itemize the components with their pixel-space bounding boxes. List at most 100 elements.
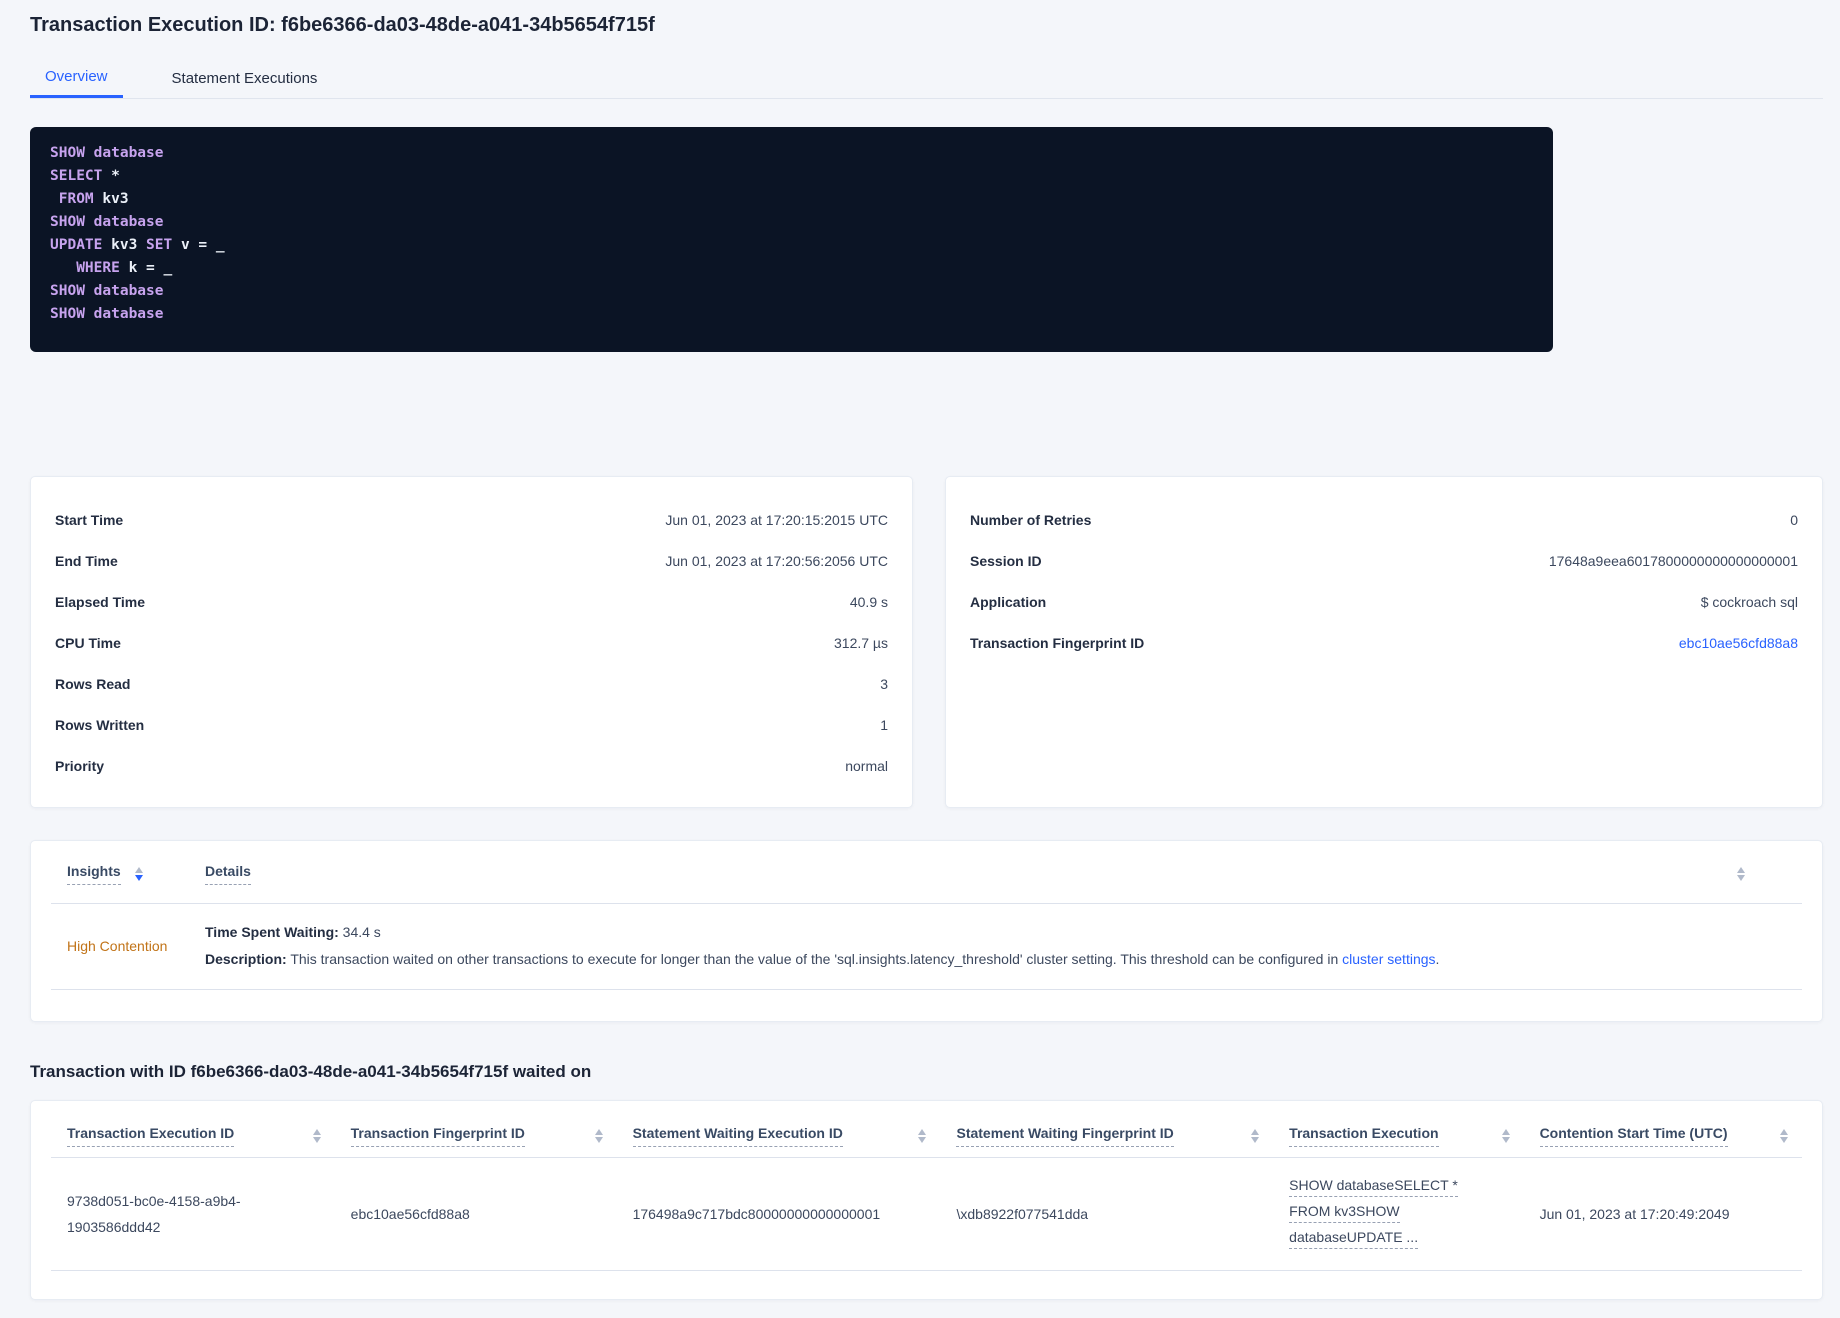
detail-label: End Time [55, 552, 118, 569]
sql-text: v = _ [180, 237, 225, 253]
detail-label: Rows Written [55, 716, 145, 733]
detail-value: $ cockroach sql [1700, 593, 1798, 610]
transaction-fingerprint-link[interactable]: ebc10ae56cfd88a8 [1679, 635, 1798, 651]
detail-label: Elapsed Time [55, 593, 146, 610]
transaction-details-card: Start Time Jun 01, 2023 at 17:20:15:2015… [30, 476, 913, 808]
sql-line: SHOW database [50, 142, 1533, 165]
column-label[interactable]: Transaction Execution [1289, 1125, 1439, 1147]
tab-overview[interactable]: Overview [30, 58, 123, 98]
sql-text: * [111, 168, 120, 184]
insights-table-header: Insights Details [51, 863, 1802, 885]
description-text: This transaction waited on other transac… [286, 951, 1343, 967]
detail-label: Application [970, 593, 1047, 610]
detail-row: End Time Jun 01, 2023 at 17:20:56:2056 U… [55, 540, 888, 581]
sort-arrows-icon[interactable] [594, 1129, 603, 1143]
column-header-statement-waiting-execution-id[interactable]: Statement Waiting Execution ID [617, 1125, 941, 1147]
column-label[interactable]: Statement Waiting Execution ID [632, 1125, 843, 1147]
detail-label: Session ID [970, 552, 1042, 569]
table-row: 9738d051-bc0e-4158-a9b4-1903586ddd42 ebc… [51, 1158, 1802, 1271]
cell-transaction-execution-id: 9738d051-bc0e-4158-a9b4-1903586ddd42 [67, 1193, 241, 1235]
detail-value: 1 [880, 716, 888, 733]
detail-row: Number of Retries 0 [970, 499, 1798, 540]
detail-value: 40.9 s [849, 593, 888, 610]
sort-arrows-icon[interactable] [312, 1129, 321, 1143]
details-column-header[interactable]: Details [205, 863, 251, 885]
detail-value: 3 [880, 675, 888, 692]
waited-on-table-header: Transaction Execution ID Transaction Fin… [51, 1101, 1802, 1158]
detail-row: Priority normal [55, 745, 888, 786]
column-header-statement-waiting-fingerprint-id[interactable]: Statement Waiting Fingerprint ID [940, 1125, 1273, 1147]
detail-label: Priority [55, 757, 105, 774]
column-header-contention-start-time[interactable]: Contention Start Time (UTC) [1524, 1125, 1802, 1147]
details-column-label[interactable]: Details [205, 863, 251, 885]
cluster-settings-link[interactable]: cluster settings [1342, 951, 1435, 967]
sql-keyword: UPDATE [50, 237, 112, 253]
waited-on-table-card: Transaction Execution ID Transaction Fin… [30, 1100, 1823, 1300]
sort-arrows-icon[interactable] [1251, 1129, 1260, 1143]
sql-line: SHOW database [50, 211, 1533, 234]
column-label[interactable]: Statement Waiting Fingerprint ID [956, 1125, 1174, 1147]
column-header-transaction-fingerprint-id[interactable]: Transaction Fingerprint ID [335, 1125, 617, 1147]
transaction-execution-link[interactable]: FROM kv3SHOW [1289, 1201, 1400, 1223]
sort-arrows-icon[interactable] [1501, 1129, 1510, 1143]
detail-label: Rows Read [55, 675, 131, 692]
sql-line: WHERE k = _ [50, 257, 1533, 280]
sql-line: SHOW database [50, 303, 1533, 326]
column-label[interactable]: Transaction Execution ID [67, 1125, 235, 1147]
sql-line: SELECT * [50, 165, 1533, 188]
sql-keyword: SET [146, 237, 181, 253]
detail-row: Application $ cockroach sql [970, 581, 1798, 622]
transaction-execution-link[interactable]: SHOW databaseSELECT * [1289, 1175, 1458, 1197]
column-label[interactable]: Transaction Fingerprint ID [350, 1125, 525, 1147]
sort-arrows-icon[interactable] [1737, 867, 1745, 881]
tab-statement-executions[interactable]: Statement Executions [157, 58, 333, 98]
sql-line: UPDATE kv3 SET v = _ [50, 234, 1533, 257]
sql-keyword: FROM [50, 191, 103, 207]
detail-value: Jun 01, 2023 at 17:20:15:2015 UTC [665, 511, 888, 528]
insights-column-label[interactable]: Insights [67, 863, 121, 885]
sort-arrows-icon[interactable] [134, 867, 143, 881]
cell-contention-start-time: Jun 01, 2023 at 17:20:49:2049 [1539, 1206, 1730, 1222]
cell-statement-waiting-fingerprint-id: \xdb8922f077541dda [956, 1206, 1089, 1222]
detail-value: Jun 01, 2023 at 17:20:56:2056 UTC [665, 552, 888, 569]
waiting-time-value: 34.4 s [338, 924, 381, 940]
sql-text: kv3 [102, 191, 129, 207]
detail-row: Session ID 17648a9eea6017800000000000000… [970, 540, 1798, 581]
description-label: Description: [205, 951, 287, 967]
detail-row: Transaction Fingerprint ID ebc10ae56cfd8… [970, 622, 1798, 663]
page-title: Transaction Execution ID: f6be6366-da03-… [30, 14, 655, 36]
waited-on-heading: Transaction with ID f6be6366-da03-48de-a… [30, 1062, 592, 1081]
insight-details: Time Spent Waiting: 34.4 s Description: … [205, 924, 1802, 967]
sql-keyword: SHOW database [50, 214, 164, 230]
insights-column-header[interactable]: Insights [51, 863, 205, 885]
sort-arrows-icon[interactable] [1779, 1129, 1788, 1143]
sql-keyword: SHOW database [50, 306, 164, 322]
tab-bar: Overview Statement Executions [30, 58, 1823, 99]
detail-row: Rows Written 1 [55, 704, 888, 745]
sql-line: SHOW database [50, 280, 1533, 303]
insight-badge: High Contention [67, 937, 168, 954]
session-details-card: Number of Retries 0 Session ID 17648a9ee… [945, 476, 1823, 808]
detail-row: CPU Time 312.7 µs [55, 622, 888, 663]
detail-row: Rows Read 3 [55, 663, 888, 704]
sql-statements-box: SHOW database SELECT * FROM kv3 SHOW dat… [30, 127, 1553, 352]
column-header-transaction-execution-id[interactable]: Transaction Execution ID [51, 1125, 335, 1147]
detail-value: 0 [1790, 511, 1798, 528]
detail-label: Transaction Fingerprint ID [970, 634, 1145, 651]
column-header-transaction-execution[interactable]: Transaction Execution [1273, 1125, 1523, 1147]
detail-label: Number of Retries [970, 511, 1092, 528]
cell-transaction-execution: SHOW databaseSELECT * FROM kv3SHOW datab… [1273, 1175, 1523, 1253]
detail-value: normal [845, 757, 888, 774]
sql-text: kv3 [111, 237, 147, 253]
detail-label: CPU Time [55, 634, 121, 651]
insight-row: High Contention Time Spent Waiting: 34.4… [51, 904, 1802, 990]
waiting-time-label: Time Spent Waiting: [205, 924, 339, 940]
detail-label: Start Time [55, 511, 124, 528]
sort-arrows-icon[interactable] [918, 1129, 927, 1143]
sql-keyword: SELECT [50, 168, 112, 184]
column-label[interactable]: Contention Start Time (UTC) [1539, 1125, 1728, 1147]
sql-keyword: SHOW database [50, 283, 164, 299]
transaction-execution-link[interactable]: databaseUPDATE ... [1289, 1227, 1419, 1249]
detail-row: Start Time Jun 01, 2023 at 17:20:15:2015… [55, 499, 888, 540]
sql-keyword: SHOW database [50, 145, 164, 161]
